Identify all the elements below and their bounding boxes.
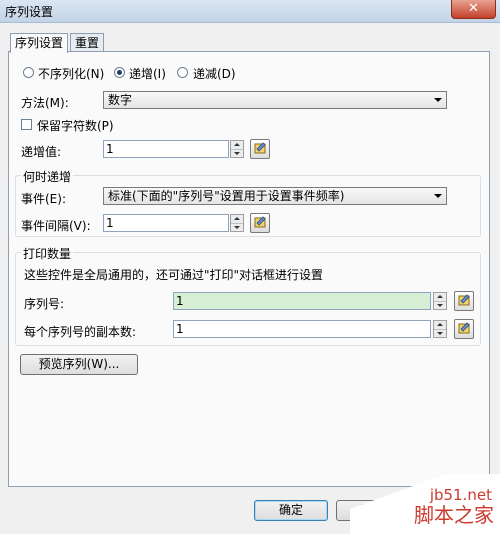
spin-down-icon[interactable] — [231, 223, 243, 231]
interval-label: 事件间隔(V): — [21, 219, 91, 233]
serial-value: 1 — [176, 294, 184, 308]
watermark: jb51.net 脚本之家 — [350, 474, 500, 534]
keep-chars-checkbox[interactable] — [21, 119, 32, 130]
edit-options-icon — [458, 294, 470, 306]
copies-label: 每个序列号的副本数: — [24, 325, 137, 339]
ok-button[interactable]: 确定 — [254, 500, 328, 521]
event-value: 标准(下面的"序列号"设置用于设置事件频率) — [108, 189, 345, 203]
radio-no-serialize[interactable] — [23, 67, 34, 78]
ok-label: 确定 — [278, 503, 303, 517]
spin-down-icon[interactable] — [434, 329, 446, 337]
interval-options-button[interactable] — [250, 213, 270, 233]
increment-label: 递增值: — [21, 145, 62, 159]
copies-stepper[interactable] — [433, 320, 447, 338]
watermark-text: 脚本之家 — [414, 503, 494, 527]
edit-options-icon — [254, 142, 266, 154]
close-icon: ✕ — [468, 1, 479, 16]
serial-options-button[interactable] — [454, 291, 474, 311]
tab-label: 序列设置 — [15, 36, 64, 50]
increment-stepper[interactable] — [230, 140, 244, 158]
serial-label: 序列号: — [24, 297, 65, 311]
serial-stepper[interactable] — [433, 292, 447, 310]
radio-increment[interactable] — [114, 67, 125, 78]
method-value: 数字 — [108, 93, 133, 107]
radio-decrement[interactable] — [177, 67, 188, 78]
close-button[interactable]: ✕ — [451, 0, 496, 19]
copies-options-button[interactable] — [454, 319, 474, 339]
copies-input[interactable]: 1 — [173, 320, 431, 338]
print-quantity-title: 打印数量 — [21, 245, 74, 262]
interval-stepper[interactable] — [230, 214, 244, 232]
event-select[interactable]: 标准(下面的"序列号"设置用于设置事件频率) — [103, 187, 447, 205]
chevron-down-icon — [434, 98, 442, 102]
radio-label-decrement: 递减(D) — [193, 67, 236, 81]
title-bar: 序列设置 ✕ — [0, 0, 500, 23]
edit-options-icon — [254, 216, 266, 228]
when-increment-title: 何时递增 — [21, 168, 74, 185]
copies-value: 1 — [176, 322, 184, 336]
edit-options-icon — [458, 322, 470, 334]
spin-down-icon[interactable] — [434, 301, 446, 309]
preview-sequence-button[interactable]: 预览序列(W)... — [20, 354, 138, 375]
tab-label: 重置 — [75, 36, 100, 50]
method-select[interactable]: 数字 — [103, 91, 447, 109]
tab-panel: 不序列化(N) 递增(I) 递减(D) 方法(M): 数字 保留字符数(P) 递… — [8, 51, 490, 487]
increment-value: 1 — [106, 142, 114, 156]
tab-serial-settings[interactable]: 序列设置 — [10, 33, 69, 53]
tab-reset[interactable]: 重置 — [70, 33, 105, 52]
method-label: 方法(M): — [21, 96, 69, 110]
increment-input[interactable]: 1 — [103, 140, 229, 158]
keep-chars-label: 保留字符数(P) — [37, 119, 114, 133]
preview-sequence-label: 预览序列(W)... — [38, 357, 120, 371]
spin-down-icon[interactable] — [231, 149, 243, 157]
print-quantity-description: 这些控件是全局通用的，还可通过"打印"对话框进行设置 — [24, 268, 324, 282]
chevron-down-icon — [434, 194, 442, 198]
interval-input[interactable]: 1 — [103, 214, 229, 232]
radio-label-increment: 递增(I) — [129, 67, 166, 81]
window-title: 序列设置 — [5, 5, 54, 19]
radio-label-no-serialize: 不序列化(N) — [38, 67, 105, 81]
event-label: 事件(E): — [21, 192, 66, 206]
increment-options-button[interactable] — [250, 139, 270, 159]
interval-value: 1 — [106, 216, 114, 230]
serial-input[interactable]: 1 — [173, 292, 431, 310]
